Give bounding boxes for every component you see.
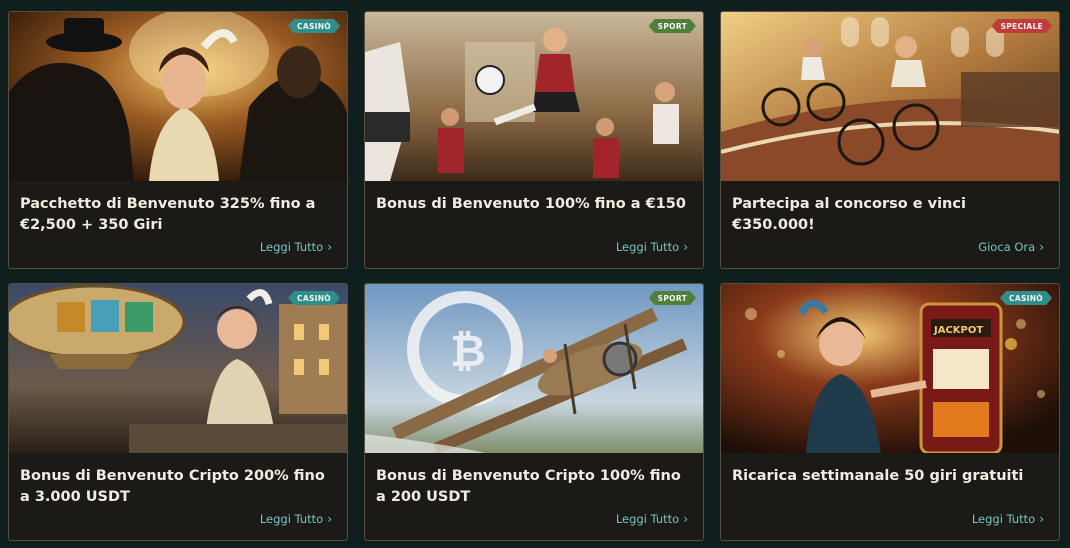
promo-title: Bonus di Benvenuto Cripto 200% fino a 3.… [20,468,325,505]
promotions-grid: CASINÒ Pacchetto di Benvenuto 325% fino … [0,0,1070,548]
promo-card-welcome-sport[interactable]: SPORT Bonus di Benvenuto 100% fino a €15… [364,11,704,269]
category-badge: CASINÒ [288,291,340,305]
chevron-right-icon: › [683,240,688,254]
vintage-football-player-image: SPORT [365,12,703,181]
promo-card-crypto-sport[interactable]: ₿ SPORT Bonus di Benvenuto Cripto 100% f… [364,283,704,541]
promo-title: Pacchetto di Benvenuto 325% fino a €2,50… [20,196,316,233]
promo-card-weekly-reload[interactable]: JACKPOT CASINÒ Ricarica settimanale 50 g… [720,283,1060,541]
chevron-right-icon: › [683,512,688,526]
read-more-link[interactable]: Leggi Tutto › [260,240,332,254]
category-badge: SPORT [649,291,696,305]
chevron-right-icon: › [1039,512,1044,526]
promo-title: Bonus di Benvenuto Cripto 100% fino a 20… [376,468,681,505]
crypto-airship-flapper-image: CASINÒ [9,284,347,453]
link-label: Leggi Tutto [971,512,1036,526]
read-more-link[interactable]: Leggi Tutto › [616,240,688,254]
category-badge: SPORT [649,19,696,33]
promo-title: Bonus di Benvenuto 100% fino a €150 [376,196,686,212]
play-now-link[interactable]: Gioca Ora › [978,240,1044,254]
promo-title: Ricarica settimanale 50 giri gratuiti [732,468,1024,484]
chevron-right-icon: › [327,240,332,254]
category-badge: SPECIALE [992,19,1052,33]
read-more-link[interactable]: Leggi Tutto › [260,512,332,526]
promo-card-crypto-casino[interactable]: CASINÒ Bonus di Benvenuto Cripto 200% fi… [8,283,348,541]
read-more-link[interactable]: Leggi Tutto › [972,512,1044,526]
vintage-cycling-race-image: SPECIALE [721,12,1059,181]
chevron-right-icon: › [327,512,332,526]
category-badge: CASINÒ [1000,291,1052,305]
link-label: Leggi Tutto [259,512,324,526]
promo-card-welcome-casino[interactable]: CASINÒ Pacchetto di Benvenuto 325% fino … [8,11,348,269]
link-label: Leggi Tutto [615,512,680,526]
link-label: Leggi Tutto [259,240,324,254]
chevron-right-icon: › [1039,240,1044,254]
category-badge: CASINÒ [288,19,340,33]
link-label: Gioca Ora [978,240,1036,254]
link-label: Leggi Tutto [615,240,680,254]
promo-title: Partecipa al concorso e vinci €350.000! [732,196,966,233]
jackpot-slot-machine-image: JACKPOT CASINÒ [721,284,1059,453]
svg-text:₿: ₿ [450,326,486,377]
biplane-bitcoin-skywriting-image: ₿ SPORT [365,284,703,453]
flapper-dancer-art-deco-image: CASINÒ [9,12,347,181]
promo-card-contest[interactable]: SPECIALE Partecipa al concorso e vinci €… [720,11,1060,269]
svg-text:JACKPOT: JACKPOT [933,325,983,336]
read-more-link[interactable]: Leggi Tutto › [616,512,688,526]
